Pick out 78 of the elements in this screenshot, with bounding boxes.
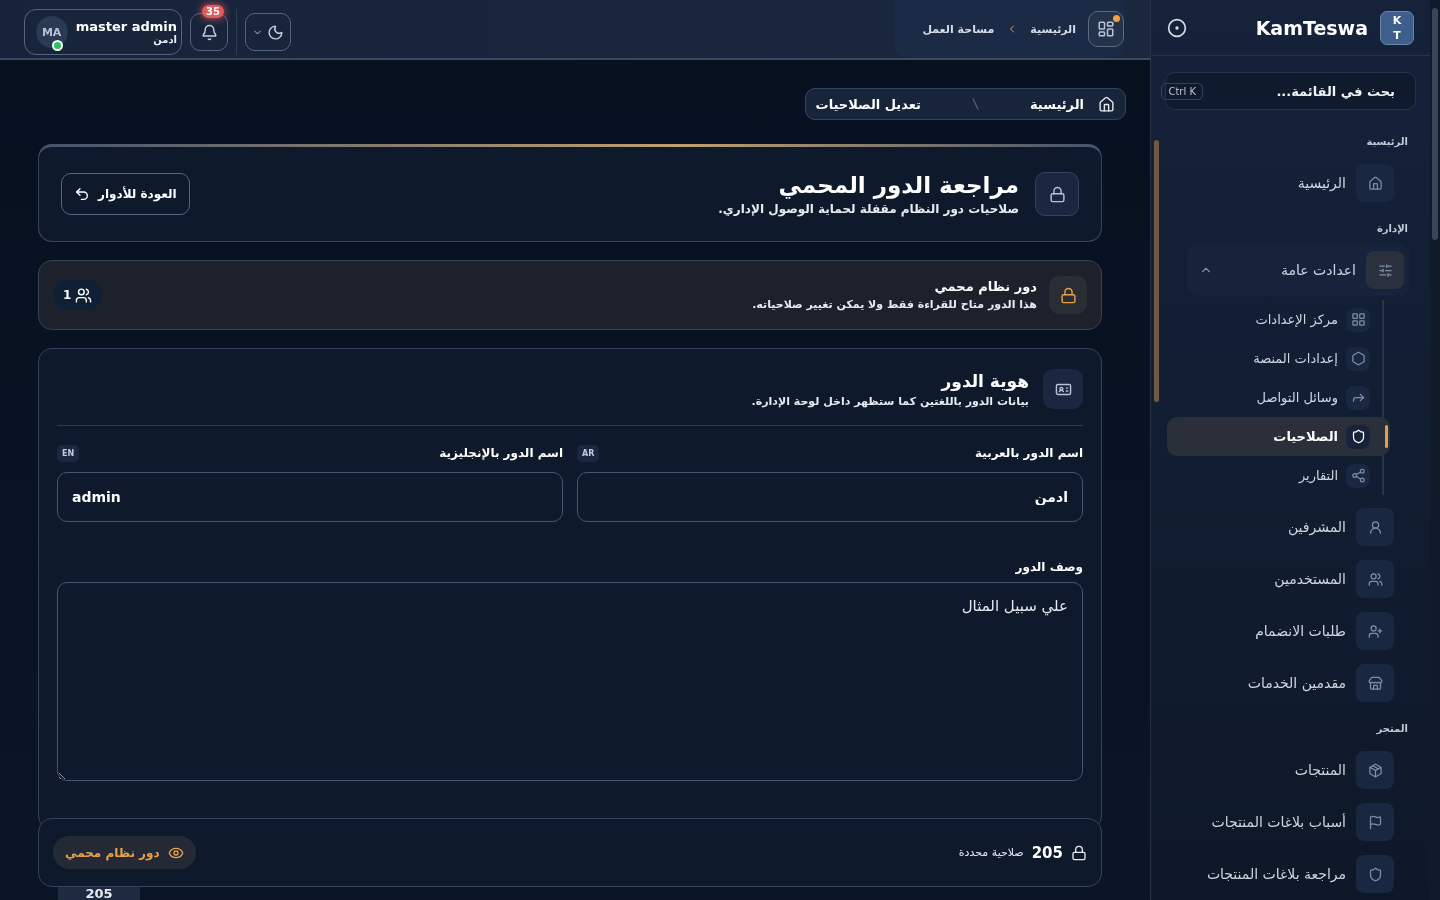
section-subtitle: بيانات الدور باللغتين كما ستظهر داخل لوحة الإدارة. (751, 394, 1029, 408)
lock-icon-box (1035, 172, 1079, 216)
home-icon (1098, 95, 1115, 113)
shortcut-key: Ctrl K (1161, 82, 1203, 100)
breadcrumb-link[interactable]: الرئيسية (1029, 96, 1084, 112)
theme-button[interactable] (245, 13, 291, 51)
user-role: ادمن (153, 34, 177, 45)
item-icon (1377, 262, 1393, 278)
item-icon (1367, 814, 1383, 830)
sidebar-item[interactable]: مراجعة بلاغات المنتجات (1167, 848, 1410, 900)
item-icon (1367, 571, 1383, 587)
breadcrumb-link[interactable]: تعديل الصلاحيات (815, 96, 921, 112)
item-icon (1350, 351, 1366, 366)
sidebar-item[interactable]: طلبات الانضمام (1167, 605, 1410, 657)
item-icon (1350, 429, 1366, 444)
scrollbar-thumb[interactable] (1432, 8, 1438, 240)
section-title: الرئيسية (1366, 135, 1409, 150)
item-icon (1367, 175, 1383, 191)
notifications-button[interactable] (190, 13, 228, 51)
undo-arrow-icon (74, 186, 90, 202)
input-field[interactable]: admin (57, 472, 563, 522)
grid-icon (1097, 20, 1115, 38)
notice-text: هذا الدور متاح للقراءة فقط ولا يمكن تغيير صلاحياته. (752, 298, 1037, 311)
search-input[interactable]: بحث في القائمة... (1211, 82, 1397, 100)
counter-chip: 205 (58, 887, 140, 900)
item-icon (1350, 468, 1366, 483)
description-field[interactable]: علي سبيل المثال (57, 582, 1083, 781)
item-icon (1367, 623, 1383, 639)
target-icon[interactable] (1167, 17, 1187, 38)
back-button[interactable]: العودة للأدوار (61, 173, 190, 215)
users-icon (75, 286, 93, 304)
permission-count-label: صلاحية محددة (958, 846, 1024, 859)
language-tag: EN (57, 444, 80, 462)
sidebar-item[interactable]: المستخدمين (1167, 553, 1410, 605)
submenu-item[interactable]: مركز الإعدادات (1167, 300, 1390, 339)
breadcrumb-link[interactable]: مساحة العمل (922, 22, 995, 36)
item-icon (1367, 866, 1383, 882)
notice-title: دور نظام محمي (934, 279, 1037, 294)
field-label: وصف الدور (1014, 560, 1083, 574)
section-title: الإدارة (1376, 222, 1409, 236)
field-label: اسم الدور بالعربية (974, 446, 1083, 460)
lock-icon-box (1049, 276, 1087, 314)
logo: K T (1380, 10, 1414, 45)
permission-count: 205 (1031, 843, 1063, 862)
item-icon (1367, 519, 1383, 535)
section-title: هوية الدور (941, 370, 1029, 391)
moon-icon (267, 23, 284, 41)
section-title: المتجر (1376, 722, 1409, 737)
breadcrumb-link[interactable]: الرئيسية (1030, 22, 1076, 36)
notification-count: 35 (202, 5, 224, 18)
sidebar-item[interactable]: أسباب بلاغات المنتجات (1167, 796, 1410, 848)
sidebar-item[interactable]: مقدمين الخدمات (1167, 657, 1410, 709)
protected-role-badge: دور نظام محمي (53, 836, 196, 869)
avatar: MA (35, 16, 68, 48)
sidebar-item[interactable]: اعدادت عامة (1187, 244, 1410, 296)
item-icon (1350, 312, 1366, 327)
sidebar-item[interactable]: الرئيسية (1167, 157, 1410, 209)
submenu-item[interactable]: الصلاحيات (1167, 417, 1390, 456)
item-icon (1367, 675, 1383, 691)
id-card-icon-box (1043, 369, 1083, 409)
page-subtitle: صلاحيات دور النظام مقفلة لحماية الوصول الإداري. (718, 202, 1019, 216)
submenu-item[interactable]: التقارير (1167, 456, 1390, 495)
sidebar-item[interactable]: المنتجات (1167, 744, 1410, 796)
submenu-item[interactable]: وسائل التواصل (1167, 378, 1390, 417)
users-count: 1 (53, 280, 103, 310)
language-tag: AR (577, 444, 600, 462)
field-label: اسم الدور بالإنجليزية (439, 446, 563, 460)
submenu-item[interactable]: إعدادات المنصة (1167, 339, 1390, 378)
input-field[interactable]: ادمن (577, 472, 1083, 522)
scrollbar-thumb[interactable] (1154, 140, 1159, 402)
user-name: master admin (75, 19, 177, 34)
apps-button[interactable] (1088, 11, 1124, 47)
lock-icon (1071, 844, 1087, 861)
sidebar-item[interactable]: المشرفين (1167, 501, 1410, 553)
page-title: مراجعة الدور المحمي (778, 172, 1019, 198)
item-icon (1367, 762, 1383, 778)
brand-name: KamTeswa (1254, 16, 1368, 39)
bell-icon (200, 23, 218, 41)
